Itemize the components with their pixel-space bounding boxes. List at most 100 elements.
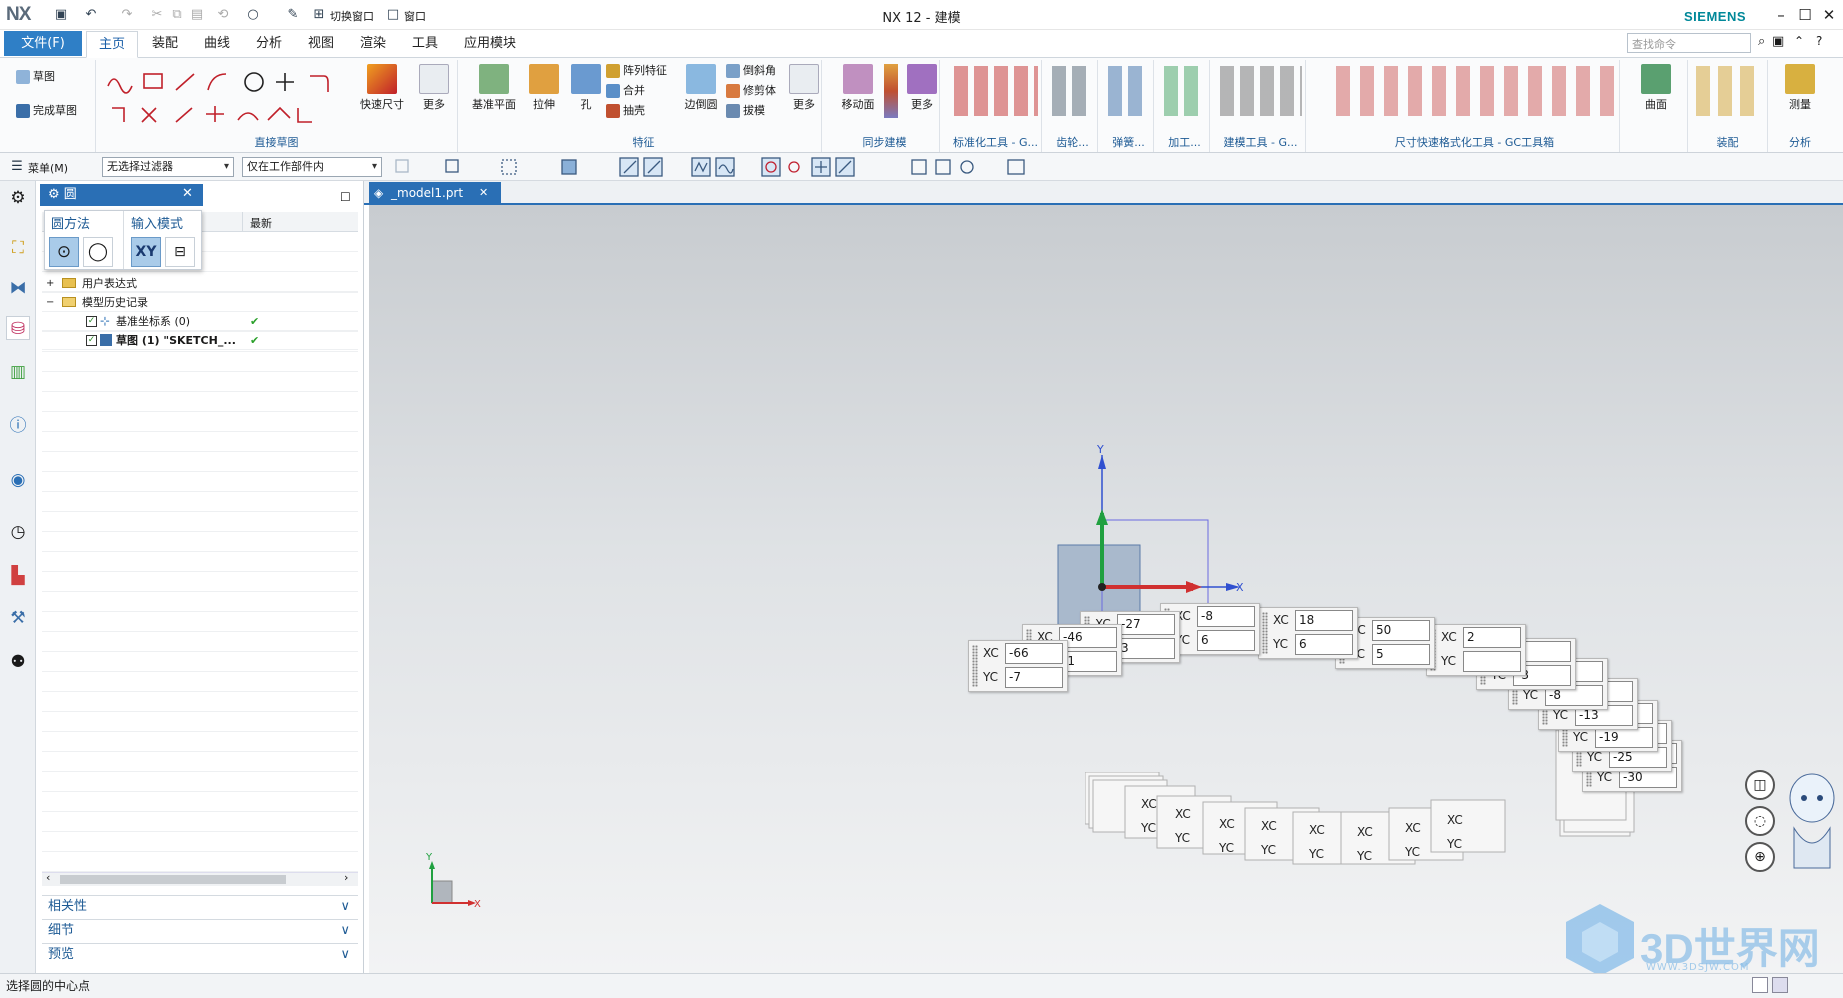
document-tab-model1[interactable]: ◈ _model1.prt ✕	[369, 182, 501, 204]
feature-more-button[interactable]: 更多	[782, 62, 826, 122]
reuse-library-icon[interactable]: ▥	[6, 360, 30, 384]
settings-icon[interactable]: ⚙	[6, 186, 30, 210]
center-point-circle-button[interactable]: ⊙	[49, 237, 79, 267]
pattern-feature-button[interactable]: 阵列特征	[606, 62, 667, 80]
scroll-right-icon[interactable]: ›	[344, 871, 348, 884]
xc-input[interactable]: -66	[1005, 643, 1063, 664]
machining-tools-icons[interactable]	[1164, 66, 1204, 116]
sketch-button[interactable]: 草图	[16, 68, 55, 86]
yc-input[interactable]: 5	[1372, 644, 1430, 665]
xc-input[interactable]: -8	[1197, 606, 1255, 627]
dynamic-input-box[interactable]: XC YC -66 -7	[968, 640, 1068, 692]
finish-sketch-button[interactable]: 完成草图	[16, 102, 77, 120]
yc-input[interactable]	[1463, 651, 1521, 672]
window-menu-label[interactable]: 窗口	[404, 8, 426, 24]
sync-more-button[interactable]: 更多	[902, 62, 942, 122]
tree-row-user-expressions[interactable]: + 用户表达式	[42, 274, 358, 293]
xc-input[interactable]: 50	[1372, 620, 1430, 641]
copy-icon[interactable]: ⧉	[168, 6, 186, 24]
cut-icon[interactable]: ✂	[148, 6, 166, 24]
help-icon[interactable]: ?	[1816, 34, 1822, 48]
sketch-more-button[interactable]: 更多	[412, 62, 456, 122]
selection-scope-dropdown[interactable]: 仅在工作部件内	[242, 157, 382, 177]
xy-mode-button[interactable]: XY	[131, 237, 161, 267]
tree-row-sketch[interactable]: ✓ 草图 (1) "SKETCH_... ✔	[42, 331, 358, 350]
yc-input[interactable]: -19	[1595, 727, 1653, 748]
view-fit-button[interactable]: ⊕	[1745, 842, 1775, 872]
process-studio-icon[interactable]: ⚒	[6, 606, 30, 630]
standard-tools-icons[interactable]	[954, 66, 1038, 116]
tab-applications[interactable]: 应用模块	[452, 31, 528, 58]
switch-window-label[interactable]: 切换窗口	[330, 8, 374, 24]
command-search-input[interactable]: 查找命令	[1627, 33, 1751, 53]
menu-icon[interactable]: ☰	[8, 158, 26, 176]
dynamic-input-box[interactable]: XC YC 18 6	[1258, 607, 1358, 659]
scroll-left-icon[interactable]: ‹	[46, 871, 50, 884]
window-icon[interactable]: □	[384, 6, 402, 24]
trim-body-button[interactable]: 修剪体	[726, 82, 776, 100]
surface-button[interactable]: 曲面	[1634, 62, 1678, 122]
dimension-format-icons[interactable]	[1336, 66, 1614, 116]
sketch-curve-icons[interactable]	[102, 64, 348, 130]
close-button[interactable]: ✕	[1814, 4, 1843, 26]
datum-plane-button[interactable]: 基准平面	[466, 62, 522, 122]
info-icon[interactable]: ⓘ	[6, 414, 30, 438]
assembly-navigator-icon[interactable]: ⛶	[6, 236, 30, 260]
three-point-circle-button[interactable]: ◯	[83, 237, 113, 267]
modeling-tools-icons[interactable]	[1220, 66, 1302, 116]
xc-input[interactable]: 18	[1295, 610, 1353, 631]
undo-icon[interactable]: ↶	[82, 6, 100, 24]
tree-row-model-history[interactable]: − 模型历史记录	[42, 293, 358, 312]
file-menu-tab[interactable]: 文件(F)	[4, 31, 82, 56]
assembly-tools-icons[interactable]	[1696, 66, 1758, 116]
measure-button[interactable]: 测量	[1778, 62, 1822, 122]
visibility-checkbox[interactable]: ✓	[86, 335, 97, 346]
close-dialog-icon[interactable]: ✕	[182, 186, 193, 201]
save-icon[interactable]: ▣	[52, 6, 70, 24]
panel-preview[interactable]: 预览 ∨	[42, 943, 358, 965]
redo-icon[interactable]: ↷	[118, 6, 136, 24]
collapse-icon[interactable]: −	[46, 293, 54, 312]
visibility-checkbox[interactable]: ✓	[86, 316, 97, 327]
tab-tools[interactable]: 工具	[400, 31, 450, 58]
tree-row-datum-csys[interactable]: ✓ ⊹ 基准坐标系 (0) ✔	[42, 312, 358, 331]
column-latest[interactable]: 最新	[250, 215, 272, 231]
repeat-icon[interactable]: ⟲	[214, 6, 232, 24]
shell-button[interactable]: 抽壳	[606, 102, 645, 120]
expand-icon[interactable]: +	[46, 274, 54, 293]
tab-analysis[interactable]: 分析	[244, 31, 294, 58]
view-orient-button[interactable]: ◫	[1745, 770, 1775, 800]
yc-input[interactable]: 6	[1295, 634, 1353, 655]
status-display-icon[interactable]	[1772, 977, 1788, 993]
part-navigator-icon[interactable]: ⛁	[6, 316, 30, 340]
menu-button[interactable]: 菜单(M)	[28, 160, 68, 176]
gear-tools-icons[interactable]	[1052, 66, 1092, 116]
scrollbar-thumb[interactable]	[60, 875, 286, 884]
navigator-horizontal-scrollbar[interactable]: ‹ ›	[42, 871, 358, 886]
switch-window-icon[interactable]: ⊞	[310, 6, 328, 24]
xc-input[interactable]: -27	[1117, 614, 1175, 635]
role-icon[interactable]: ⚉	[6, 650, 30, 674]
dynamic-input-box[interactable]: XC YC 2	[1426, 624, 1526, 676]
tab-render[interactable]: 渲染	[348, 31, 398, 58]
spring-tools-icons[interactable]	[1108, 66, 1148, 116]
tab-home[interactable]: 主页	[86, 31, 139, 58]
tab-curve[interactable]: 曲线	[192, 31, 242, 58]
quick-dimension-button[interactable]: 快速尺寸	[360, 62, 404, 122]
move-face-button[interactable]: 移动面	[834, 62, 882, 122]
palette-icon[interactable]: ▙	[6, 564, 30, 588]
drag-handle[interactable]	[972, 645, 978, 687]
yc-input[interactable]: 3	[1117, 638, 1175, 659]
chamfer-button[interactable]: 倒斜角	[726, 62, 776, 80]
web-browser-icon[interactable]: ◉	[6, 468, 30, 492]
edge-blend-button[interactable]: 边倒圆	[678, 62, 724, 122]
gear-icon[interactable]: ⚙	[48, 187, 64, 202]
extrude-button[interactable]: 拉伸	[522, 62, 566, 122]
history-icon[interactable]: ◷	[6, 520, 30, 544]
tab-assembly[interactable]: 装配	[140, 31, 190, 58]
parameter-mode-button[interactable]: ⊟	[165, 237, 195, 267]
xc-input[interactable]: 2	[1463, 627, 1521, 648]
yc-input[interactable]: -7	[1005, 667, 1063, 688]
selection-filter-dropdown[interactable]: 无选择过滤器	[102, 157, 234, 177]
sync-tools-icons[interactable]	[884, 64, 898, 118]
